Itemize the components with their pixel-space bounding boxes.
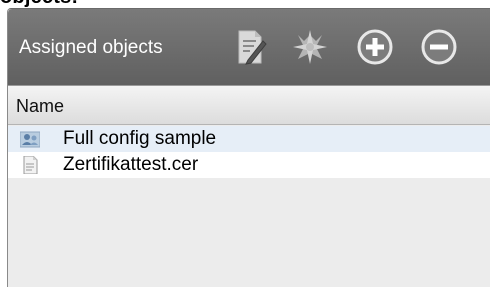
minus-circle-icon[interactable] [419,27,459,67]
certificate-file-icon [20,155,40,175]
list-item-label: Full config sample [63,128,217,149]
objects-list: Full config sample Zertifikattest.cer [8,126,490,178]
list-item[interactable]: Full config sample [8,126,490,152]
plus-circle-icon[interactable] [355,27,395,67]
list-item[interactable]: Zertifikattest.cer [8,152,490,178]
star-wand-icon[interactable] [290,27,330,67]
edit-document-icon[interactable] [230,27,270,67]
panel-title: Assigned objects [19,37,163,58]
panel-header: Assigned objects [8,9,490,85]
page: objects: Assigned objects [0,0,490,287]
list-item-label: Zertifikattest.cer [63,154,199,175]
column-header-label: Name [16,96,65,116]
assigned-objects-panel: Assigned objects Name Full config sample… [7,8,490,287]
user-group-icon [19,130,41,148]
column-header-name[interactable]: Name [8,85,490,125]
